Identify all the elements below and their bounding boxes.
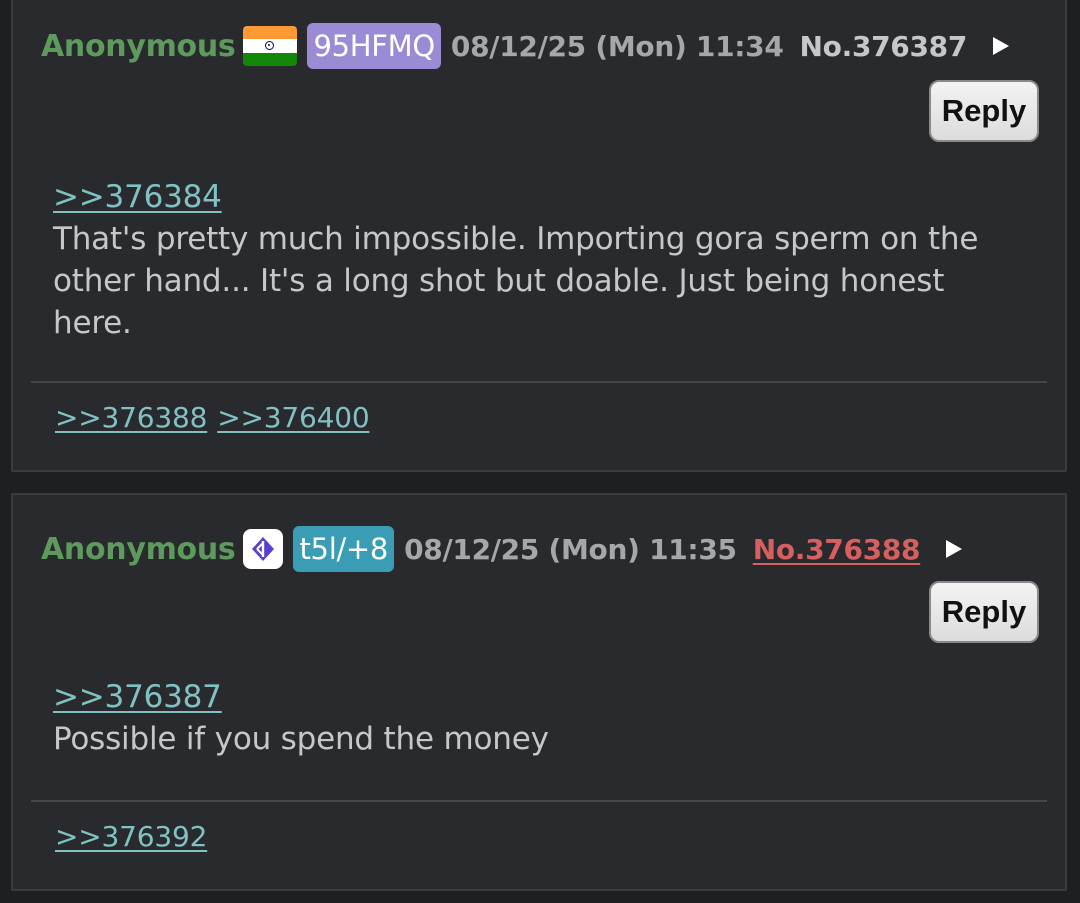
post-376387: Anonymous 95HFMQ 08/12/25 (Mon) 11:34 No… xyxy=(11,0,1067,472)
message-line: other hand... It's a long shot but doabl… xyxy=(53,263,945,299)
post-message: >>376384 That's pretty much impossible. … xyxy=(53,176,1025,344)
message-line: Possible if you spend the money xyxy=(53,721,549,757)
reply-button[interactable]: Reply xyxy=(929,80,1039,142)
quote-link[interactable]: >>376384 xyxy=(53,179,222,215)
poster-id-badge[interactable]: 95HFMQ xyxy=(307,23,441,69)
backlinks: >>376388 >>376400 xyxy=(55,401,379,434)
poster-name: Anonymous xyxy=(41,531,236,567)
post-header: Anonymous 95HFMQ 08/12/25 (Mon) 11:34 No… xyxy=(41,23,1010,69)
message-line: That's pretty much impossible. Importing… xyxy=(53,221,979,257)
bluesky-butterfly-icon xyxy=(243,529,284,569)
post-number-highlighted[interactable]: No.376388 xyxy=(753,533,921,566)
message-line: here. xyxy=(53,305,132,341)
poster-id-badge[interactable]: t5l/+8 xyxy=(293,526,395,572)
post-number[interactable]: No.376387 xyxy=(800,30,968,63)
india-flag-icon xyxy=(243,26,298,66)
quote-link[interactable]: >>376387 xyxy=(53,679,222,715)
backlinks: >>376392 xyxy=(55,820,217,853)
post-datetime: 08/12/25 (Mon) 11:34 xyxy=(450,29,784,63)
post-message: >>376387 Possible if you spend the money xyxy=(53,676,1025,760)
post-menu-arrow-icon[interactable] xyxy=(993,37,1010,55)
backlink[interactable]: >>376400 xyxy=(217,401,369,434)
post-header: Anonymous t5l/+8 08/12/25 (Mon) 11:35 No… xyxy=(41,526,963,572)
poster-name: Anonymous xyxy=(41,28,236,64)
reply-button[interactable]: Reply xyxy=(929,581,1039,643)
divider xyxy=(31,800,1047,802)
divider xyxy=(31,381,1047,383)
post-menu-arrow-icon[interactable] xyxy=(946,540,963,558)
post-376388: Anonymous t5l/+8 08/12/25 (Mon) 11:35 No… xyxy=(11,493,1067,891)
backlink[interactable]: >>376392 xyxy=(55,820,207,853)
post-datetime: 08/12/25 (Mon) 11:35 xyxy=(404,532,737,566)
backlink[interactable]: >>376388 xyxy=(55,401,207,434)
